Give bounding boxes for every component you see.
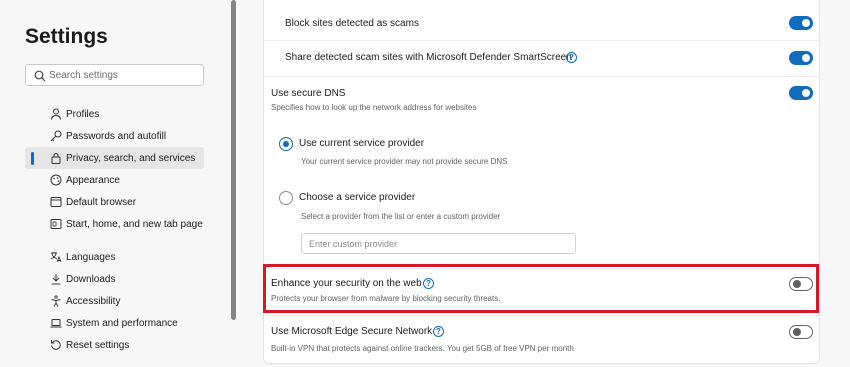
sidebar-item-label: Appearance (66, 174, 120, 186)
sidebar-item-label: Passwords and autofill (66, 130, 167, 142)
share-scams-label: Share detected scam sites with Microsoft… (285, 52, 572, 63)
block-scams-label: Block sites detected as scams (285, 18, 419, 29)
divider (264, 76, 821, 77)
choose-provider-description: Select a provider from the list or enter… (301, 212, 501, 221)
download-icon (51, 274, 61, 285)
highlight-box (263, 264, 819, 313)
sidebar-item-label: Downloads (66, 273, 116, 285)
sidebar-item-passwords[interactable]: Passwords and autofill (25, 125, 204, 147)
sidebar-item-languages[interactable]: Languages (25, 246, 204, 268)
sidebar-item-start-home[interactable]: Start, home, and new tab page (25, 213, 204, 235)
lock-icon (51, 153, 61, 164)
help-icon[interactable]: ? (433, 326, 444, 337)
language-icon (50, 252, 62, 263)
secure-network-description: Built-in VPN that protects against onlin… (271, 344, 574, 353)
sidebar-item-default-browser[interactable]: Default browser (25, 191, 204, 213)
sidebar-item-label: System and performance (66, 317, 178, 329)
custom-provider-input[interactable] (301, 233, 576, 254)
block-scams-toggle[interactable] (789, 16, 813, 30)
secure-network-label: Use Microsoft Edge Secure Network (271, 326, 433, 337)
palette-icon (50, 174, 62, 186)
sidebar-item-label: Start, home, and new tab page (66, 218, 203, 230)
laptop-icon (50, 319, 62, 328)
key-icon (50, 130, 62, 142)
share-scams-toggle[interactable] (789, 51, 813, 65)
sidebar-item-label: Languages (66, 251, 116, 263)
person-icon (51, 108, 61, 120)
help-icon[interactable]: ? (566, 52, 577, 63)
secure-dns-label: Use secure DNS (271, 88, 346, 99)
search-box[interactable] (25, 64, 204, 86)
sidebar-item-label: Reset settings (66, 339, 130, 351)
sidebar-item-label: Default browser (66, 196, 137, 208)
sidebar-item-label: Privacy, search, and services (66, 152, 196, 164)
sidebar-nav: Profiles Passwords and autofill Privacy,… (25, 103, 204, 356)
sidebar-item-label: Accessibility (66, 295, 121, 307)
current-provider-label: Use current service provider (299, 138, 425, 149)
reset-icon (51, 340, 61, 350)
secure-dns-toggle[interactable] (789, 86, 813, 100)
browser-icon (50, 197, 62, 207)
search-icon (34, 70, 46, 82)
search-input[interactable] (49, 67, 199, 83)
sidebar-item-downloads[interactable]: Downloads (25, 268, 204, 290)
sidebar-item-privacy[interactable]: Privacy, search, and services (25, 147, 204, 169)
sidebar-item-appearance[interactable]: Appearance (25, 169, 204, 191)
sidebar: Settings Profiles Passwords and autofill… (0, 0, 232, 367)
home-icon (50, 219, 62, 229)
sidebar-scrollbar[interactable] (231, 0, 236, 320)
page-title: Settings (25, 25, 108, 48)
accessibility-icon (51, 295, 61, 307)
divider (264, 40, 821, 41)
current-provider-radio[interactable] (279, 137, 293, 151)
sidebar-item-reset[interactable]: Reset settings (25, 334, 204, 356)
sidebar-item-system[interactable]: System and performance (25, 312, 204, 334)
choose-provider-label: Choose a service provider (299, 192, 416, 203)
secure-network-toggle[interactable] (789, 325, 813, 339)
divider (264, 315, 821, 316)
secure-dns-description: Specifies how to look up the network add… (271, 103, 477, 112)
choose-provider-radio[interactable] (279, 191, 293, 205)
sidebar-item-profiles[interactable]: Profiles (25, 103, 204, 125)
sidebar-item-label: Profiles (66, 108, 100, 120)
current-provider-description: Your current service provider may not pr… (301, 157, 508, 166)
sidebar-item-accessibility[interactable]: Accessibility (25, 290, 204, 312)
